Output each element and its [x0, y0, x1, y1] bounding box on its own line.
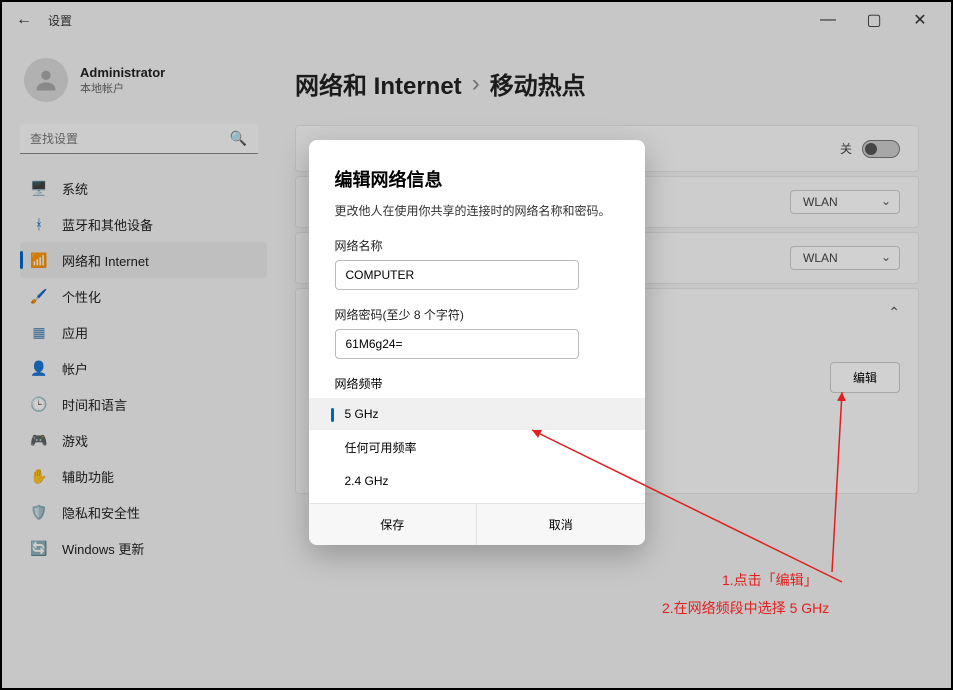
network-password-input[interactable] — [335, 329, 579, 359]
network-name-input[interactable] — [335, 260, 579, 290]
dialog-desc: 更改他人在使用你共享的连接时的网络名称和密码。 — [309, 202, 645, 219]
band-option-list: 5 GHz任何可用频率2.4 GHz — [309, 398, 645, 497]
network-name-field: 网络名称 — [309, 237, 645, 290]
modal-overlay: 编辑网络信息 更改他人在使用你共享的连接时的网络名称和密码。 网络名称 网络密码… — [2, 2, 951, 688]
network-name-label: 网络名称 — [335, 237, 619, 254]
cancel-button[interactable]: 取消 — [477, 504, 645, 545]
band-option-0[interactable]: 5 GHz — [309, 398, 645, 430]
network-password-label: 网络密码(至少 8 个字符) — [335, 306, 619, 323]
band-option-2[interactable]: 2.4 GHz — [309, 465, 645, 497]
edit-network-dialog: 编辑网络信息 更改他人在使用你共享的连接时的网络名称和密码。 网络名称 网络密码… — [309, 140, 645, 545]
network-password-field: 网络密码(至少 8 个字符) — [309, 306, 645, 359]
band-label: 网络频带 — [309, 375, 645, 392]
dialog-title: 编辑网络信息 — [309, 166, 645, 192]
band-option-1[interactable]: 任何可用频率 — [309, 430, 645, 465]
save-button[interactable]: 保存 — [309, 504, 478, 545]
dialog-buttons: 保存 取消 — [309, 503, 645, 545]
